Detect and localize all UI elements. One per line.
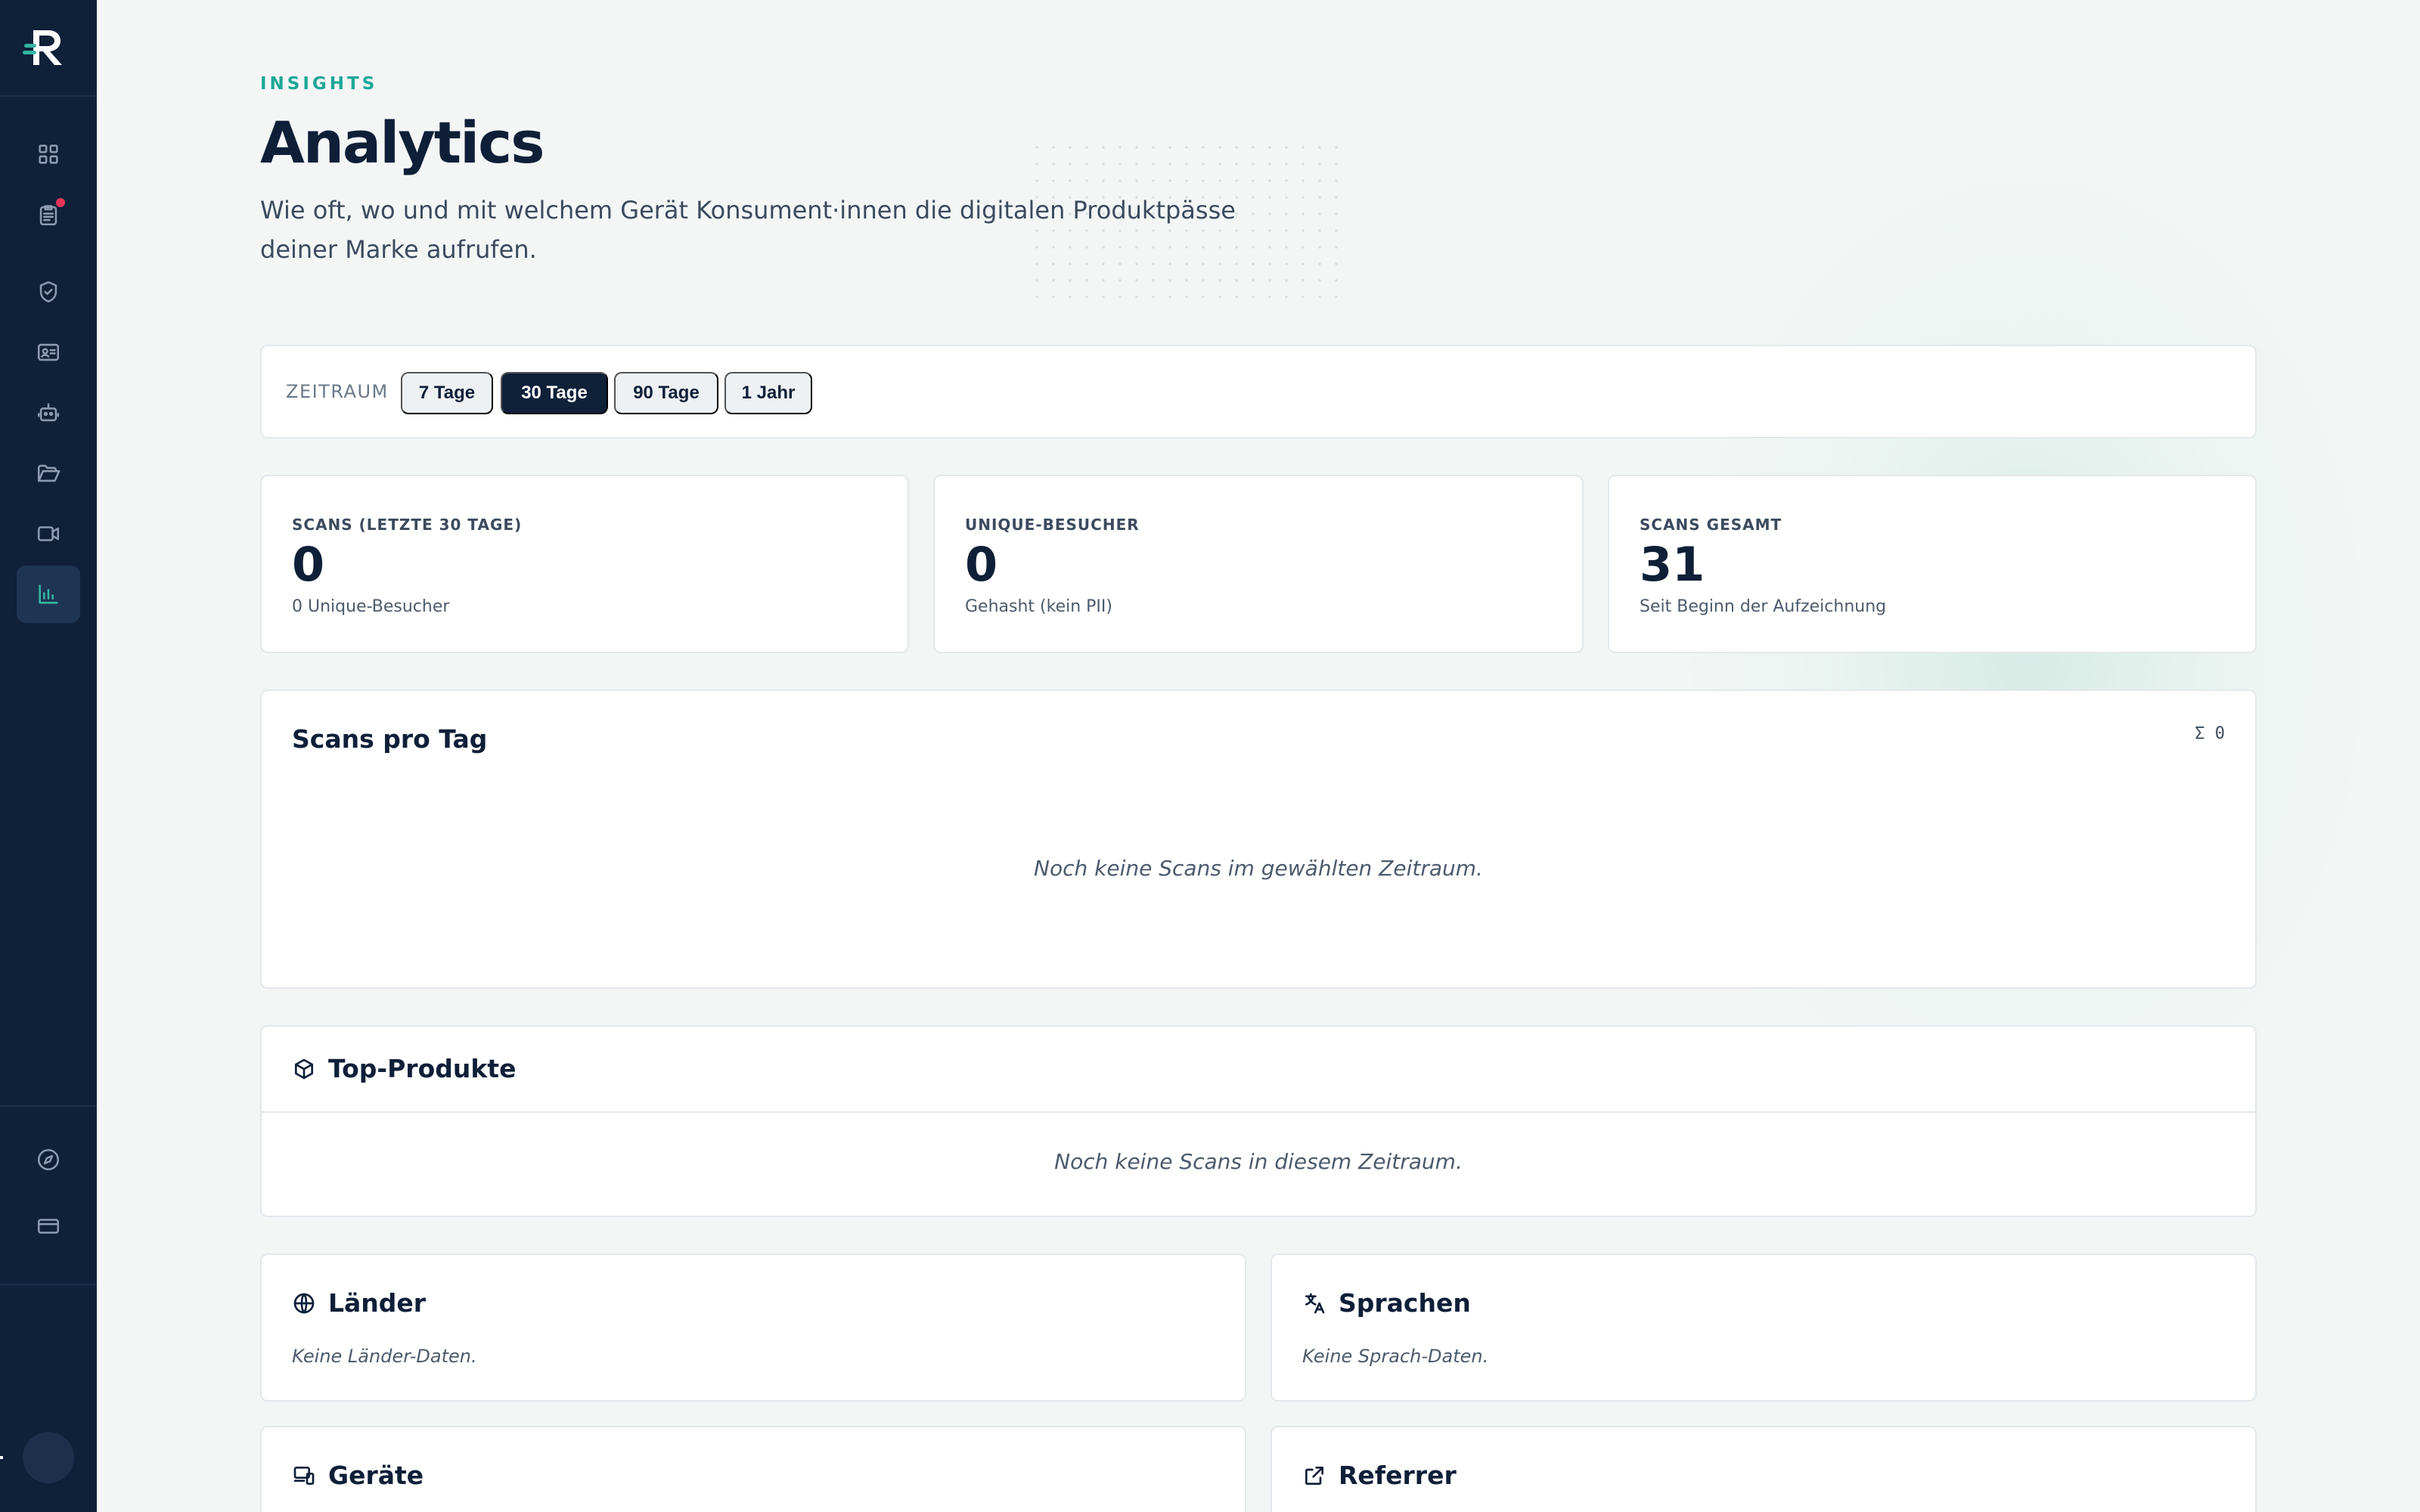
sidebar-divider xyxy=(0,95,97,97)
timeframe-1-year-button[interactable]: 1 Jahr xyxy=(724,372,812,414)
sidebar-item-billing[interactable] xyxy=(17,1198,80,1255)
card-divider xyxy=(262,1111,2255,1113)
stat-label: SCANS (LETZTE 30 TAGE) xyxy=(292,516,523,534)
credit-card-icon xyxy=(37,1219,60,1234)
stat-subtext: Seit Beginn der Aufzeichnung xyxy=(1640,597,1887,616)
page-subtitle: Wie oft, wo und mit welchem Gerät Konsum… xyxy=(260,196,1236,264)
folder-open-icon xyxy=(37,464,60,482)
stat-subtext: 0 Unique-Besucher xyxy=(292,597,450,616)
shield-check-icon xyxy=(39,280,57,303)
top-products-card: Top-Produkte Noch keine Scans in diesem … xyxy=(260,1025,2257,1217)
timeframe-label: ZEITRAUM xyxy=(286,381,389,402)
stat-value: 0 xyxy=(965,537,998,592)
stat-subtext: Gehasht (kein PII) xyxy=(965,597,1112,616)
empty-state: Noch keine Scans in diesem Zeitraum. xyxy=(1054,1149,1463,1174)
countries-card: Länder Keine Länder-Daten. xyxy=(260,1253,1246,1402)
stat-label: SCANS GESAMT xyxy=(1640,516,1782,534)
sidebar-item-analytics[interactable] xyxy=(17,565,80,623)
sidebar-caret xyxy=(0,1456,3,1459)
notification-badge xyxy=(54,197,67,209)
section-title: Scans pro Tag xyxy=(292,724,488,754)
stat-label: UNIQUE-BESUCHER xyxy=(965,516,1140,534)
sidebar-item-documents[interactable] xyxy=(17,186,80,243)
box-icon xyxy=(292,1057,316,1081)
scans-per-day-card: Scans pro Tag Σ 0 Noch keine Scans im ge… xyxy=(260,689,2257,989)
compass-icon xyxy=(37,1148,60,1171)
section-title: Top-Produkte xyxy=(328,1054,517,1083)
sidebar-item-files[interactable] xyxy=(17,445,80,502)
globe-icon xyxy=(292,1291,316,1315)
translate-icon xyxy=(1302,1291,1326,1315)
section-title: Referrer xyxy=(1339,1461,1457,1490)
devices-icon xyxy=(292,1464,316,1488)
stat-card-scans-total: SCANS GESAMT 31 Seit Beginn der Aufzeich… xyxy=(1608,475,2257,653)
external-link-icon xyxy=(1302,1464,1326,1488)
sidebar-divider xyxy=(0,1105,97,1107)
scans-total-sum: Σ 0 xyxy=(2195,724,2225,743)
sidebar-divider xyxy=(0,1284,97,1285)
stat-value: 31 xyxy=(1640,537,1705,592)
section-title: Geräte xyxy=(328,1461,424,1490)
empty-state: Keine Sprach-Daten. xyxy=(1302,1346,1489,1367)
empty-state: Keine Länder-Daten. xyxy=(292,1346,477,1367)
avatar[interactable] xyxy=(23,1432,74,1483)
languages-card: Sprachen Keine Sprach-Daten. xyxy=(1270,1253,2257,1402)
bar-chart-icon xyxy=(39,584,58,604)
grid-icon xyxy=(39,144,58,164)
id-card-icon xyxy=(37,343,60,361)
section-title: Länder xyxy=(328,1288,427,1318)
timeframe-30-days-button[interactable]: 30 Tage xyxy=(501,372,608,414)
sidebar-item-explore[interactable] xyxy=(17,1131,80,1188)
empty-state: Noch keine Scans im gewählten Zeitraum. xyxy=(1034,856,1483,881)
timeframe-7-days-button[interactable]: 7 Tage xyxy=(401,372,493,414)
stat-card-unique-visitors: UNIQUE-BESUCHER 0 Gehasht (kein PII) xyxy=(933,475,1584,653)
timeframe-filter: ZEITRAUM 7 Tage 30 Tage 90 Tage 1 Jahr xyxy=(260,345,2257,438)
sidebar-item-automation[interactable] xyxy=(17,384,80,442)
sidebar-item-dashboard[interactable] xyxy=(17,125,80,183)
video-icon xyxy=(37,526,60,541)
sidebar-item-video[interactable] xyxy=(17,505,80,562)
logo-icon[interactable] xyxy=(23,27,67,68)
timeframe-90-days-button[interactable]: 90 Tage xyxy=(614,372,718,414)
robot-icon xyxy=(37,403,60,422)
referrer-card: Referrer xyxy=(1270,1426,2257,1512)
stat-value: 0 xyxy=(292,537,325,592)
devices-card: Geräte xyxy=(260,1426,1246,1512)
sidebar xyxy=(0,0,97,1512)
sidebar-item-compliance[interactable] xyxy=(17,263,80,321)
page-eyebrow: INSIGHTS xyxy=(260,74,378,94)
page-title: Analytics xyxy=(260,109,544,176)
stat-card-scans-period: SCANS (LETZTE 30 TAGE) 0 0 Unique-Besuch… xyxy=(260,475,909,653)
section-title: Sprachen xyxy=(1339,1288,1471,1318)
sidebar-item-contacts[interactable] xyxy=(17,324,80,381)
